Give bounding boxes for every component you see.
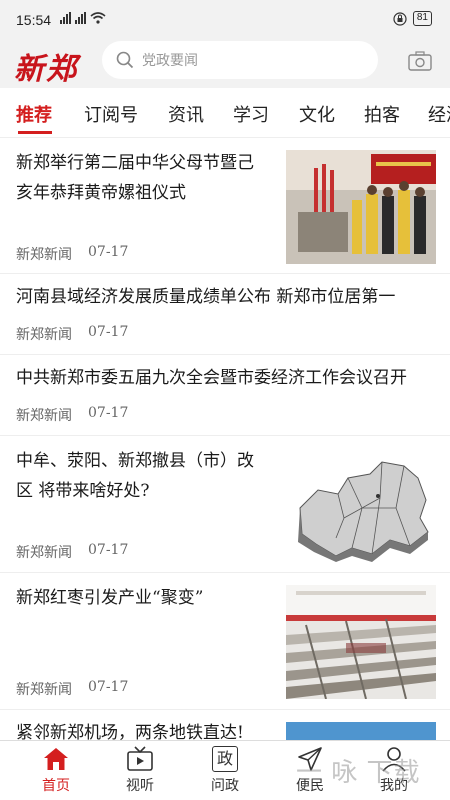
signal-icons <box>60 12 106 24</box>
news-meta: 新郑新闻 07-17 <box>16 324 128 344</box>
news-thumbnail <box>286 150 436 264</box>
wifi-icon <box>90 12 106 24</box>
status-time: 15:54 <box>16 12 52 28</box>
news-thumbnail <box>286 722 436 740</box>
news-meta: 新郑新闻 07-17 <box>16 542 128 562</box>
news-thumbnail <box>286 585 436 699</box>
news-list: 新郑举行第二届中华父母节暨己亥年恭拜黄帝嫘祖仪式 新郑新闻 07-17 河南县域… <box>0 139 450 740</box>
news-item[interactable]: 中共新郑市委五届九次全会暨市委经济工作会议召开 新郑新闻 07-17 <box>0 356 450 436</box>
news-title: 新郑红枣引发产业“聚变” <box>16 588 204 608</box>
status-bar: 15:54 81 <box>0 0 450 36</box>
tab-photographers[interactable]: 拍客 <box>364 101 400 127</box>
nav-label: 问政 <box>211 778 239 794</box>
camera-icon[interactable] <box>408 51 432 71</box>
news-item[interactable]: 紧邻新郑机场，两条地铁直达! <box>0 711 450 740</box>
news-source: 新郑新闻 <box>16 682 72 698</box>
battery-indicator: 81 <box>412 11 432 26</box>
nav-label: 首页 <box>42 778 70 794</box>
news-source: 新郑新闻 <box>16 247 72 263</box>
news-title: 河南县域经济发展质量成绩单公布 新郑市位居第一 <box>16 287 396 307</box>
tab-economy[interactable]: 经济 <box>428 101 450 127</box>
politics-icon: 政 <box>212 746 238 772</box>
tab-recommend[interactable]: 推荐 <box>16 101 52 127</box>
news-source: 新郑新闻 <box>16 545 72 561</box>
news-date: 07-17 <box>88 405 129 421</box>
status-right: 81 <box>393 11 432 26</box>
news-date: 07-17 <box>88 324 129 340</box>
news-meta: 新郑新闻 07-17 <box>16 244 128 264</box>
signal-icon <box>60 12 71 24</box>
news-thumbnail <box>286 448 436 562</box>
search-icon <box>116 51 134 69</box>
nav-label: 视听 <box>126 778 154 794</box>
watermark: 一 咏 下载 <box>296 757 421 787</box>
news-source: 新郑新闻 <box>16 327 72 343</box>
tab-news[interactable]: 资讯 <box>168 101 204 127</box>
tab-culture[interactable]: 文化 <box>299 101 335 127</box>
news-source: 新郑新闻 <box>16 408 72 424</box>
signal-icon-2 <box>75 12 86 24</box>
news-meta: 新郑新闻 07-17 <box>16 405 128 425</box>
category-tabs: 推荐 订阅号 资讯 学习 文化 拍客 经济 <box>0 88 450 138</box>
lock-rotation-icon <box>393 11 407 26</box>
news-date: 07-17 <box>88 542 129 558</box>
nav-home[interactable]: 首页 <box>26 745 86 795</box>
news-title: 中牟、荥阳、新郑撤县（市）改区 将带来啥好处? <box>16 451 254 501</box>
home-icon <box>44 748 68 770</box>
news-item[interactable]: 新郑红枣引发产业“聚变” 新郑新闻 07-17 <box>0 574 450 710</box>
search-placeholder: 党政要闻 <box>142 53 198 69</box>
news-title: 中共新郑市委五届九次全会暨市委经济工作会议召开 <box>16 368 407 388</box>
news-title: 新郑举行第二届中华父母节暨己亥年恭拜黄帝嫘祖仪式 <box>16 153 254 203</box>
news-title: 紧邻新郑机场，两条地铁直达! <box>16 723 244 740</box>
news-meta: 新郑新闻 07-17 <box>16 679 128 699</box>
search-bar[interactable]: 党政要闻 <box>102 41 378 79</box>
tab-subscriptions[interactable]: 订阅号 <box>84 101 138 127</box>
nav-media[interactable]: 视听 <box>110 745 170 795</box>
news-date: 07-17 <box>88 679 129 695</box>
tab-study[interactable]: 学习 <box>233 101 269 127</box>
news-item[interactable]: 中牟、荥阳、新郑撤县（市）改区 将带来啥好处? 新郑新闻 07-17 <box>0 437 450 573</box>
news-item[interactable]: 河南县域经济发展质量成绩单公布 新郑市位居第一 新郑新闻 07-17 <box>0 275 450 355</box>
app-header: 新郑 党政要闻 <box>0 36 450 88</box>
nav-politics[interactable]: 政 问政 <box>195 745 255 795</box>
active-tab-indicator <box>18 131 52 134</box>
news-item[interactable]: 新郑举行第二届中华父母节暨己亥年恭拜黄帝嫘祖仪式 新郑新闻 07-17 <box>0 139 450 274</box>
app-logo: 新郑 <box>14 52 78 87</box>
tv-icon <box>127 746 153 771</box>
news-date: 07-17 <box>88 244 129 260</box>
